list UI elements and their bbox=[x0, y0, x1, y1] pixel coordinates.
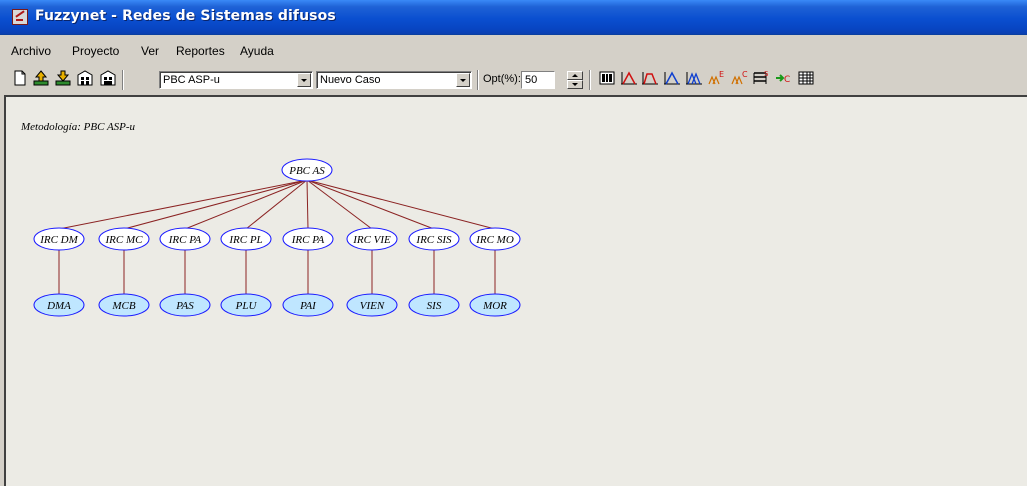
middle-node-2[interactable]: IRC PA bbox=[159, 227, 211, 251]
leaf-node-3[interactable]: PLU bbox=[220, 293, 272, 317]
middle-node-5[interactable]: IRC VIE bbox=[346, 227, 398, 251]
fuzzy-e-icon[interactable]: E bbox=[707, 69, 725, 87]
middle-node-3[interactable]: IRC PL bbox=[220, 227, 272, 251]
save-download-icon[interactable] bbox=[54, 69, 72, 87]
methodology-select[interactable]: PBC ASP-u bbox=[159, 71, 313, 89]
app-logo-icon[interactable] bbox=[12, 9, 28, 25]
menu-reportes[interactable]: Reportes bbox=[176, 44, 225, 58]
opt-label: Opt(%): bbox=[483, 73, 521, 85]
building-icon[interactable] bbox=[76, 69, 94, 87]
leaf-node-3-label: PLU bbox=[235, 300, 258, 312]
leaf-node-5-label: VIEN bbox=[360, 300, 385, 312]
middle-node-6-label: IRC SIS bbox=[415, 234, 452, 246]
leaf-node-1[interactable]: MCB bbox=[98, 293, 150, 317]
title-bar[interactable]: Fuzzynet - Redes de Sistemas difusos bbox=[0, 0, 1027, 35]
diagram-canvas[interactable]: Metodología: PBC ASP-u PBC AS IRC DM DMA IR… bbox=[4, 95, 1027, 486]
open-upload-icon[interactable] bbox=[32, 69, 50, 87]
leaf-node-2[interactable]: PAS bbox=[159, 293, 211, 317]
chevron-down-icon[interactable] bbox=[456, 73, 470, 87]
opt-input[interactable]: 50 bbox=[521, 71, 555, 89]
application-window: Fuzzynet - Redes de Sistemas difusos Arc… bbox=[0, 0, 1027, 486]
edge-root-6 bbox=[306, 179, 435, 230]
opt-spinner[interactable] bbox=[567, 71, 583, 89]
edge-root-4 bbox=[306, 179, 309, 230]
middle-node-4[interactable]: IRC PA bbox=[282, 227, 334, 251]
spin-up-icon[interactable] bbox=[567, 71, 583, 80]
root-node-label: PBC AS bbox=[288, 165, 325, 177]
chevron-down-icon[interactable] bbox=[297, 73, 311, 87]
fuzzy-c-icon[interactable]: C bbox=[730, 69, 748, 87]
methodology-value: PBC ASP-u bbox=[163, 74, 220, 86]
rules-icon[interactable]: S bbox=[752, 69, 770, 87]
svg-text:C: C bbox=[784, 75, 790, 85]
leaf-node-0[interactable]: DMA bbox=[33, 293, 85, 317]
middle-node-7[interactable]: IRC MO bbox=[469, 227, 521, 251]
middle-node-6[interactable]: IRC SIS bbox=[408, 227, 460, 251]
leaf-node-6[interactable]: SIS bbox=[408, 293, 460, 317]
triangle-function-icon[interactable] bbox=[620, 69, 638, 87]
leaf-node-4[interactable]: PAI bbox=[282, 293, 334, 317]
edge-root-2 bbox=[184, 179, 308, 230]
menu-ver[interactable]: Ver bbox=[141, 44, 159, 58]
multi-triangle-function-icon[interactable] bbox=[685, 69, 703, 87]
root-node[interactable]: PBC AS bbox=[281, 158, 333, 182]
triangle-blue-function-icon[interactable] bbox=[663, 69, 681, 87]
edge-root-5 bbox=[306, 179, 373, 230]
middle-node-0-label: IRC DM bbox=[39, 234, 78, 246]
trapezoid-function-icon[interactable] bbox=[641, 69, 659, 87]
edge-root-0 bbox=[58, 179, 308, 230]
middle-node-4-label: IRC PA bbox=[291, 234, 325, 246]
middle-node-7-label: IRC MO bbox=[475, 234, 514, 246]
spin-down-icon[interactable] bbox=[567, 80, 583, 89]
leaf-node-4-label: PAI bbox=[299, 300, 317, 312]
middle-node-5-label: IRC VIE bbox=[352, 234, 391, 246]
svg-text:S: S bbox=[764, 70, 769, 78]
middle-node-1[interactable]: IRC MC bbox=[98, 227, 150, 251]
menu-archivo[interactable]: Archivo bbox=[11, 44, 51, 58]
arrow-c-icon[interactable]: C bbox=[775, 69, 793, 87]
opt-value: 50 bbox=[525, 74, 538, 86]
columns-icon[interactable] bbox=[598, 69, 616, 87]
menu-ayuda[interactable]: Ayuda bbox=[240, 44, 274, 58]
middle-node-3-label: IRC PL bbox=[228, 234, 262, 246]
window-title: Fuzzynet - Redes de Sistemas difusos bbox=[35, 8, 336, 24]
menu-proyecto[interactable]: Proyecto bbox=[72, 44, 119, 58]
new-file-icon[interactable] bbox=[11, 69, 29, 87]
edge-root-1 bbox=[123, 179, 308, 230]
leaf-node-2-label: PAS bbox=[175, 300, 194, 312]
network-tree: PBC AS IRC DM DMA IRC MC MCB IRC PA PAS IRC PL P… bbox=[33, 158, 521, 317]
toolbar-separator bbox=[589, 70, 591, 90]
edge-root-7 bbox=[306, 179, 496, 230]
middle-node-1-label: IRC MC bbox=[105, 234, 144, 246]
menu-bar: Archivo Proyecto Ver Reportes Ayuda bbox=[0, 41, 1027, 61]
toolbar: PBC ASP-u Nuevo Caso Opt(%): 50 E C S C bbox=[0, 64, 1027, 94]
case-select[interactable]: Nuevo Caso bbox=[316, 71, 472, 89]
edge-root-3 bbox=[245, 179, 308, 230]
leaf-node-0-label: DMA bbox=[46, 300, 71, 312]
toolbar-separator bbox=[477, 70, 479, 90]
building-alt-icon[interactable] bbox=[99, 69, 117, 87]
leaf-node-7-label: MOR bbox=[482, 300, 507, 312]
middle-node-0[interactable]: IRC DM bbox=[33, 227, 85, 251]
toolbar-separator bbox=[122, 70, 124, 90]
leaf-node-1-label: MCB bbox=[111, 300, 136, 312]
leaf-node-7[interactable]: MOR bbox=[469, 293, 521, 317]
svg-text:E: E bbox=[719, 70, 724, 79]
leaf-node-5[interactable]: VIEN bbox=[346, 293, 398, 317]
case-value: Nuevo Caso bbox=[320, 74, 381, 86]
grid-table-icon[interactable] bbox=[797, 69, 815, 87]
middle-node-2-label: IRC PA bbox=[168, 234, 202, 246]
svg-text:C: C bbox=[742, 70, 748, 79]
leaf-node-6-label: SIS bbox=[427, 300, 442, 312]
